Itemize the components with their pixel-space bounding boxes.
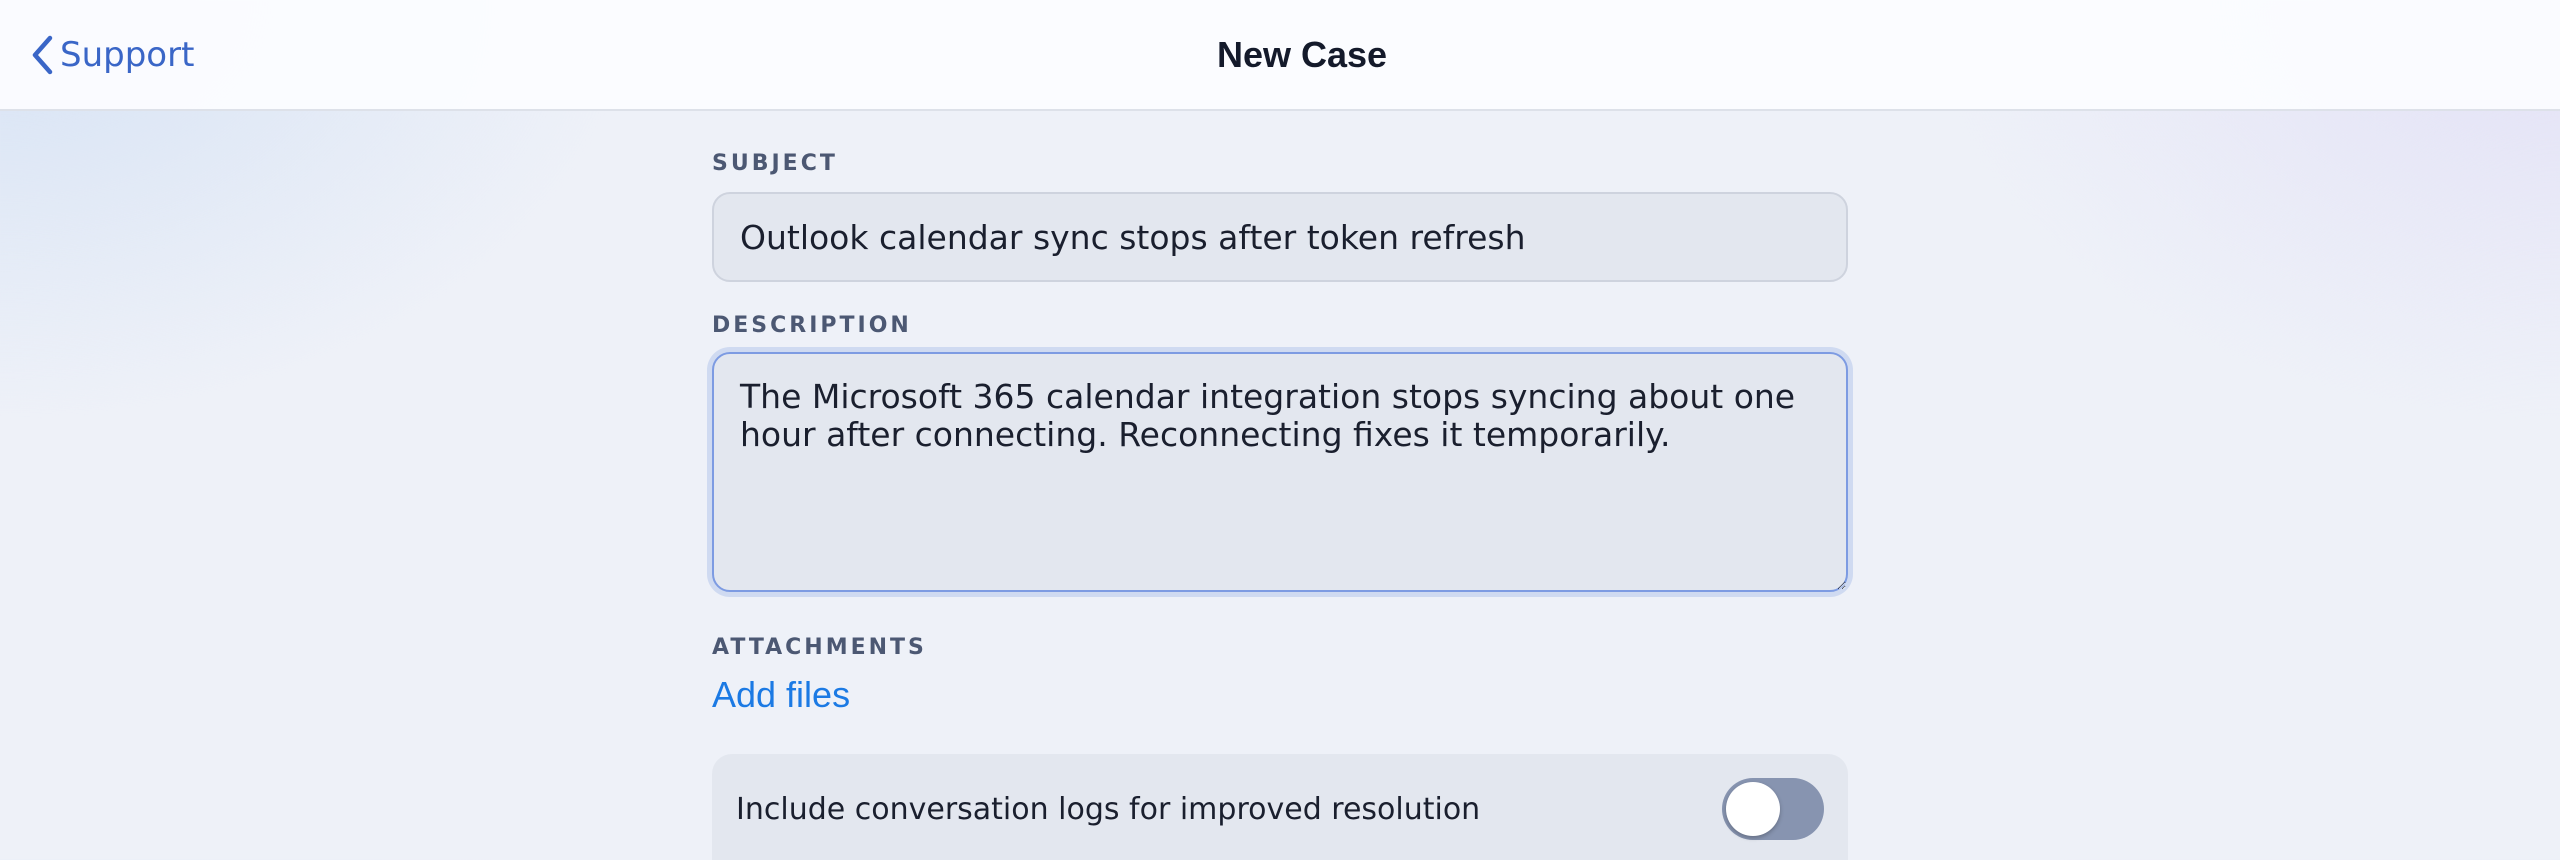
- back-button-label: Support: [60, 35, 195, 75]
- back-button[interactable]: Support: [30, 30, 194, 80]
- toggle-knob: [1726, 782, 1780, 836]
- subject-input[interactable]: [712, 192, 1848, 282]
- page-title: New Case: [1216, 34, 1388, 75]
- description-label: DESCRIPTION: [712, 313, 912, 338]
- new-case-form: SUBJECT DESCRIPTION The Microsoft 365 ca…: [712, 150, 1848, 860]
- description-textarea[interactable]: The Microsoft 365 calendar integration s…: [712, 352, 1848, 592]
- logs-toggle-row: Include conversation logs for improved r…: [712, 754, 1848, 860]
- logs-toggle-label: Include conversation logs for improved r…: [736, 791, 1481, 827]
- attachments-label: ATTACHMENTS: [712, 635, 927, 660]
- logs-toggle-switch[interactable]: [1722, 778, 1824, 840]
- add-files-link[interactable]: Add files: [712, 674, 850, 716]
- chevron-left-icon: [30, 35, 54, 75]
- subject-label: SUBJECT: [712, 151, 838, 176]
- navigation-bar: New Case Support: [0, 0, 2560, 111]
